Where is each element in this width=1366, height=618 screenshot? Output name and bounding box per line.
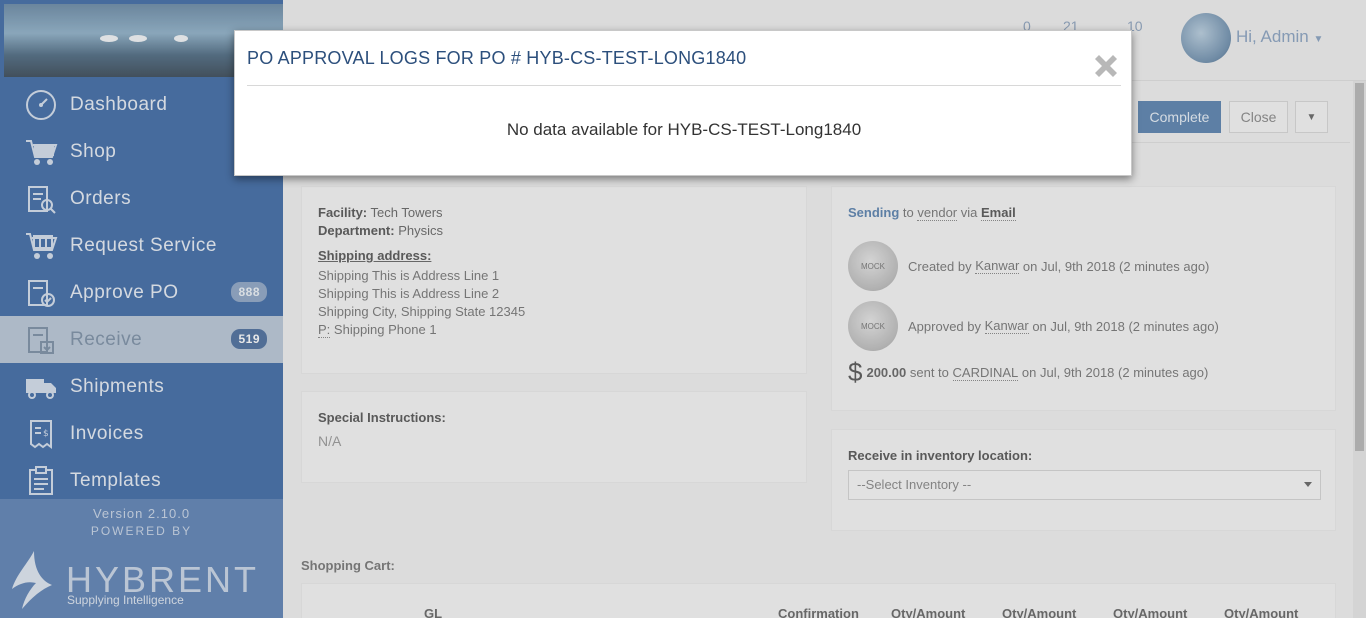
po-approval-logs-modal: PO APPROVAL LOGS FOR PO # HYB-CS-TEST-LO… (234, 30, 1132, 176)
modal-empty-message: No data available for HYB-CS-TEST-Long18… (506, 120, 862, 139)
close-icon[interactable] (1089, 49, 1123, 83)
modal-divider (247, 85, 1121, 86)
modal-title: PO APPROVAL LOGS FOR PO # HYB-CS-TEST-LO… (247, 48, 747, 68)
